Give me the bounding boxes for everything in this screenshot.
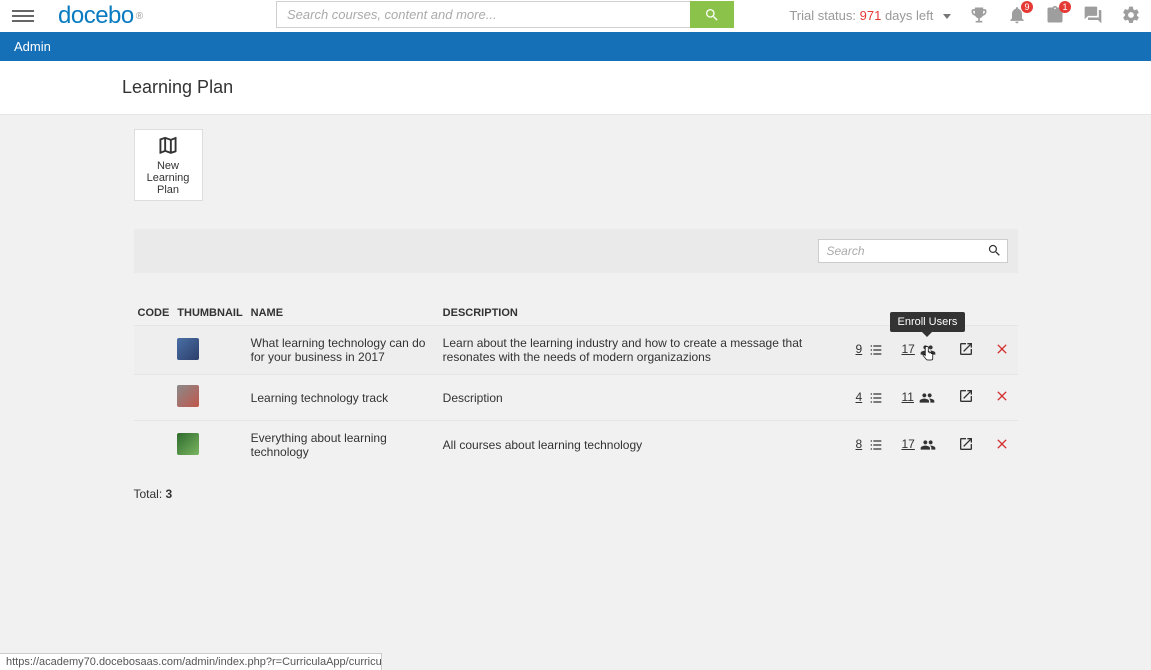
clipboard-icon[interactable]: 1	[1045, 5, 1065, 25]
main-content: New Learning Plan CODE THUMBNAIL NAME DE…	[134, 115, 1018, 501]
cell-name: Everything about learning technology	[247, 421, 439, 470]
brand-logo[interactable]: docebo®	[58, 2, 143, 30]
thumbnail-image	[177, 433, 199, 455]
list-icon	[868, 390, 884, 406]
trophy-icon[interactable]	[969, 5, 989, 25]
close-icon	[994, 341, 1010, 357]
cell-code	[134, 421, 174, 470]
total-count: Total: 3	[134, 487, 1018, 501]
edit-button[interactable]	[954, 421, 990, 470]
map-icon	[152, 134, 184, 157]
users-icon	[920, 342, 936, 358]
global-search	[276, 1, 734, 28]
top-icon-bar: 9 1	[969, 5, 1141, 25]
gear-icon[interactable]	[1121, 5, 1141, 25]
courses-count-button[interactable]: 8	[852, 421, 898, 470]
page-body: Learning Plan New Learning Plan CODE THU…	[0, 61, 1151, 670]
open-edit-icon	[958, 341, 974, 357]
cell-name: What learning technology can do for your…	[247, 326, 439, 375]
cell-description: Description	[439, 375, 852, 421]
cell-name: Learning technology track	[247, 375, 439, 421]
delete-button[interactable]	[990, 326, 1018, 375]
table-row: Learning technology track Description 4 …	[134, 375, 1018, 421]
list-icon	[868, 437, 884, 453]
chevron-down-icon	[943, 14, 951, 19]
search-icon	[704, 7, 720, 23]
tooltip-enroll-users: Enroll Users	[890, 312, 966, 332]
notification-badge: 9	[1021, 1, 1033, 13]
bell-icon[interactable]: 9	[1007, 5, 1027, 25]
thumbnail-image	[177, 338, 199, 360]
breadcrumb-admin[interactable]: Admin	[14, 39, 51, 54]
table-row: What learning technology can do for your…	[134, 326, 1018, 375]
courses-count-button[interactable]: 9	[852, 326, 898, 375]
delete-button[interactable]	[990, 421, 1018, 470]
delete-button[interactable]	[990, 375, 1018, 421]
open-edit-icon	[958, 388, 974, 404]
open-edit-icon	[958, 436, 974, 452]
col-thumbnail[interactable]: THUMBNAIL	[173, 301, 246, 326]
close-icon	[994, 388, 1010, 404]
thumbnail-image	[177, 385, 199, 407]
menu-toggle-icon[interactable]	[12, 5, 34, 27]
chat-icon[interactable]	[1083, 5, 1103, 25]
table-search	[818, 239, 1008, 263]
enroll-users-button[interactable]: 11	[898, 375, 954, 421]
courses-count-button[interactable]: 4	[852, 375, 898, 421]
table-header-row: CODE THUMBNAIL NAME DESCRIPTION	[134, 301, 1018, 326]
trial-status[interactable]: Trial status: 971 days left	[789, 8, 951, 23]
cell-code	[134, 326, 174, 375]
table-toolbar	[134, 229, 1018, 273]
browser-status-bar: https://academy70.docebosaas.com/admin/i…	[0, 653, 382, 670]
learning-plan-table: CODE THUMBNAIL NAME DESCRIPTION What lea…	[134, 301, 1018, 469]
cell-description: All courses about learning technology	[439, 421, 852, 470]
top-bar: docebo® Trial status: 971 days left 9 1	[0, 0, 1151, 32]
new-learning-plan-button[interactable]: New Learning Plan	[134, 129, 203, 201]
search-icon[interactable]	[987, 243, 1002, 258]
users-icon	[920, 437, 936, 453]
users-icon	[919, 390, 935, 406]
table-row: Everything about learning technology All…	[134, 421, 1018, 470]
cell-description: Learn about the learning industry and ho…	[439, 326, 852, 375]
clipboard-badge: 1	[1059, 1, 1071, 13]
col-description[interactable]: DESCRIPTION	[439, 301, 852, 326]
global-search-input[interactable]	[276, 1, 690, 28]
page-title: Learning Plan	[0, 61, 1151, 115]
edit-button[interactable]	[954, 326, 990, 375]
col-code[interactable]: CODE	[134, 301, 174, 326]
new-learning-plan-label: New Learning Plan	[139, 160, 198, 196]
close-icon	[994, 436, 1010, 452]
global-search-button[interactable]	[690, 1, 734, 28]
table-search-input[interactable]	[818, 239, 1008, 263]
list-icon	[868, 342, 884, 358]
enroll-users-button[interactable]: 17	[898, 421, 954, 470]
breadcrumb-bar: Admin	[0, 32, 1151, 61]
edit-button[interactable]	[954, 375, 990, 421]
cell-code	[134, 375, 174, 421]
col-name[interactable]: NAME	[247, 301, 439, 326]
